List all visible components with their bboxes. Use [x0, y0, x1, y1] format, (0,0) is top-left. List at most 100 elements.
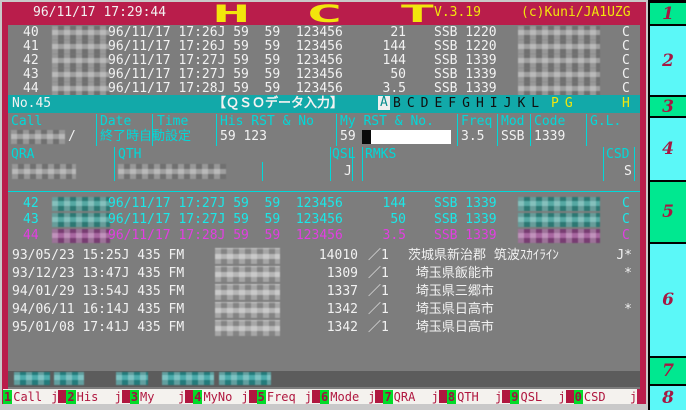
redacted-callsign — [215, 284, 280, 300]
redacted-status — [162, 372, 214, 385]
log-detail: 96/11/17 17:28J 59 59 123456 — [108, 229, 343, 243]
log-no: 40 — [23, 26, 39, 40]
date-auto-value[interactable]: 終了時自動設定 — [100, 130, 191, 144]
tab-number: 7 — [662, 361, 674, 381]
fkey-number: 8 — [447, 390, 456, 404]
history-number: 14010 — [308, 249, 358, 263]
fkey-suffix: j — [558, 390, 565, 404]
history-mark: * — [592, 303, 632, 317]
side-tab-4[interactable]: 4 — [650, 118, 686, 180]
field-label-gl: G.L. — [590, 115, 621, 129]
history-row: 94/06/11 16:14J 435 FM 1342 ／1 埼玉県日高市 * — [8, 301, 640, 319]
history-number: 1337 — [308, 285, 358, 299]
fkey-my[interactable]: 3 My j — [130, 389, 193, 404]
history-row: 95/01/08 17:41J 435 FM 1342 ／1 埼玉県日高市 — [8, 319, 640, 337]
redacted-call-value — [11, 130, 65, 144]
fkey-csd[interactable]: 0 CSD j — [574, 389, 637, 404]
separator-block — [439, 390, 447, 403]
log-mode: SSB 1339 — [434, 197, 497, 211]
history-qth: 埼玉県三郷市 — [408, 285, 494, 299]
side-tab-8[interactable]: 8 — [650, 386, 686, 410]
log-detail: 96/11/17 17:27J 59 59 123456 — [108, 54, 343, 68]
fkey-number: 7 — [383, 390, 392, 404]
fkey-label: MyNo — [202, 390, 241, 404]
fkey-label: CSD — [583, 390, 630, 404]
side-tab-6[interactable]: 6 — [650, 244, 686, 356]
fkey-qth[interactable]: 8 QTH j — [447, 389, 510, 404]
fkey-label: Call — [12, 390, 51, 404]
log-flag: C — [622, 213, 630, 227]
record-number: No.45 — [12, 97, 51, 111]
his-rst-value[interactable]: 59 123 — [220, 130, 267, 144]
menu-h[interactable]: H — [622, 97, 630, 111]
log-mode: SSB 1339 — [434, 229, 497, 243]
separator-block — [185, 390, 193, 403]
entry-header-bar: No.45 【ＱＳＯデータ入力】 A BCDEFGHIJKL PG H — [8, 95, 640, 113]
fkey-myno[interactable]: 4 MyNo j — [193, 389, 256, 404]
log-flag: C — [622, 82, 630, 96]
redacted-qra — [518, 82, 600, 96]
menu-letters[interactable]: BCDEFGHIJKL — [393, 97, 545, 111]
log-no: 42 — [23, 54, 39, 68]
field-label-call: Call — [11, 115, 42, 129]
fkey-mode[interactable]: 6 Mode j — [320, 389, 383, 404]
separator-block — [566, 390, 574, 403]
redacted-qra — [518, 229, 600, 243]
side-tab-5[interactable]: 5 — [650, 182, 686, 242]
history-row: 93/12/23 13:47J 435 FM 1309 ／1 埼玉県飯能市 * — [8, 265, 640, 283]
history-qth: 茨城県新治郡 筑波ｽｶｲﾗｲﾝ — [408, 249, 559, 263]
csd-value[interactable]: S — [624, 165, 632, 179]
redacted-callsign — [52, 40, 110, 54]
fkey-number: 5 — [257, 390, 266, 404]
redacted-callsign — [52, 197, 110, 211]
field-label-csd: CSD — [606, 148, 629, 162]
menu-letter-active[interactable]: A — [378, 96, 390, 110]
log-flag: C — [622, 54, 630, 68]
log-freq: 50 — [366, 213, 406, 227]
history-qth: 埼玉県日高市 — [408, 321, 494, 335]
version-label: V.3.19 — [434, 6, 481, 20]
redacted-callsign — [52, 54, 110, 68]
redacted-callsign — [52, 26, 110, 40]
entry-form: Call Date Time His RST & No My RST & No.… — [8, 113, 640, 193]
menu-pg[interactable]: PG — [551, 97, 579, 111]
qsl-value[interactable]: J — [344, 165, 352, 179]
history-number: 1342 — [308, 321, 358, 335]
fkey-number: 6 — [320, 390, 329, 404]
table-row: 42 96/11/17 17:27J 59 59 123456 144 SSB … — [8, 54, 640, 68]
log-no: 43 — [23, 68, 39, 82]
app-logo: H C T — [224, 0, 424, 28]
history-date: 95/01/08 17:41J 435 FM — [12, 321, 184, 335]
side-tab-1[interactable]: 1 — [650, 3, 686, 24]
fkey-freq[interactable]: 5 Freq j — [257, 389, 320, 404]
text-cursor[interactable] — [362, 130, 371, 144]
side-tab-7[interactable]: 7 — [650, 358, 686, 384]
field-label-qsl: QSL — [332, 148, 355, 162]
log-flag: C — [622, 40, 630, 54]
table-row: 40 96/11/17 17:26J 59 59 123456 21 SSB 1… — [8, 26, 640, 40]
my-rst-value[interactable]: 59 — [340, 130, 356, 144]
freq-value[interactable]: 3.5 — [461, 130, 484, 144]
side-tab-2[interactable]: 2 — [650, 26, 686, 95]
log-freq: 50 — [366, 68, 406, 82]
history-portable: ／1 — [368, 249, 389, 263]
my-number-input[interactable] — [371, 130, 451, 144]
code-value[interactable]: 1339 — [534, 130, 565, 144]
log-freq: 144 — [366, 40, 406, 54]
redacted-qth-value — [118, 164, 226, 179]
separator-block — [375, 390, 383, 403]
redacted-qra — [518, 54, 600, 68]
fkey-qra[interactable]: 7 QRA j — [383, 389, 446, 404]
fkey-qsl[interactable]: 9 QSL j — [510, 389, 573, 404]
separator-block — [502, 390, 510, 403]
fkey-call[interactable]: 1 Call j — [3, 389, 66, 404]
fkey-suffix: j — [305, 390, 312, 404]
log-detail: 96/11/17 17:26J 59 59 123456 — [108, 40, 343, 54]
mod-value[interactable]: SSB — [501, 130, 524, 144]
call-field-suffix[interactable]: / — [68, 130, 76, 144]
fkey-his[interactable]: 2 His j — [66, 389, 129, 404]
log-mode: SSB 1339 — [434, 54, 497, 68]
history-date: 93/12/23 13:47J 435 FM — [12, 267, 184, 281]
fkey-number: 1 — [3, 390, 12, 404]
side-tab-3[interactable]: 3 — [650, 97, 686, 116]
